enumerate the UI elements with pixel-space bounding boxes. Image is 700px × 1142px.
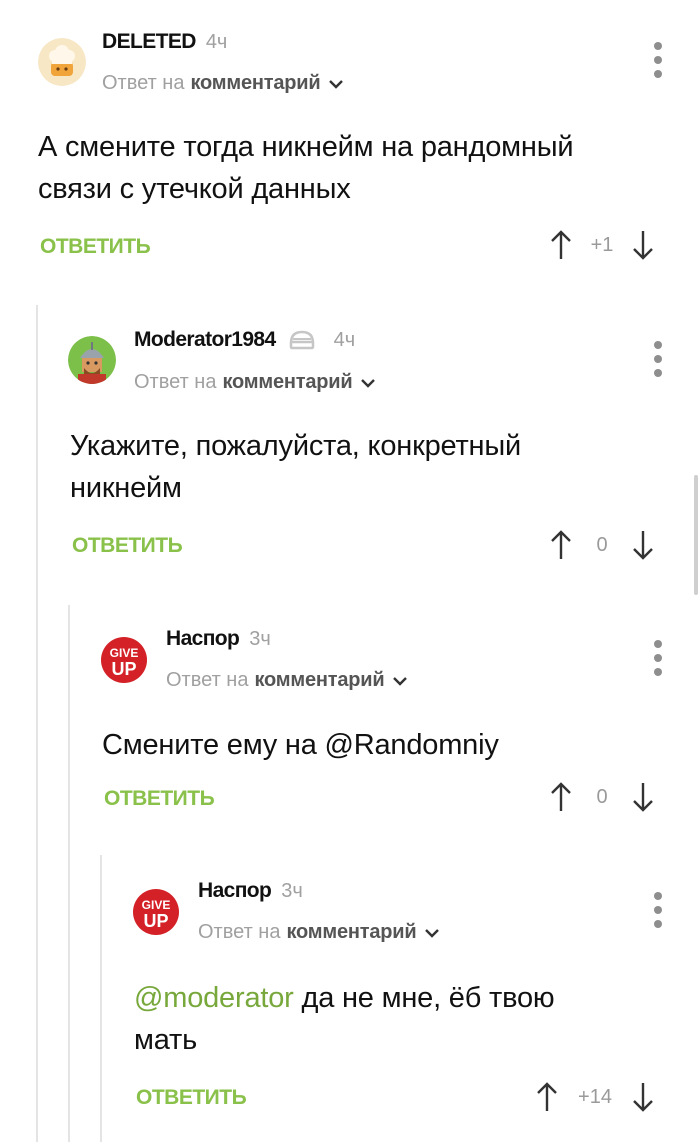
author-name[interactable]: Moderator1984 <box>134 328 276 352</box>
comment-text-line: мать <box>134 1024 198 1056</box>
chef-hat-avatar-icon[interactable] <box>38 38 86 86</box>
upvote-arrow-icon[interactable] <box>536 1082 558 1112</box>
give-up-avatar-icon[interactable]: GIVE UP <box>132 888 180 936</box>
reply-to-link[interactable]: Ответ на комментарий <box>166 669 407 692</box>
reply-prefix: Ответ на <box>102 72 185 94</box>
reply-button[interactable]: ОТВЕТИТЬ <box>104 787 215 811</box>
more-options-icon[interactable] <box>652 640 664 676</box>
upvote-arrow-icon[interactable] <box>550 530 572 560</box>
reply-prefix: Ответ на <box>134 371 217 393</box>
author-row: Наспор 3ч <box>198 879 303 903</box>
reply-to-link[interactable]: Ответ на комментарий <box>134 371 375 394</box>
author-row: Moderator1984 4ч <box>134 328 355 352</box>
vote-controls: +14 <box>536 1082 654 1112</box>
vote-score: +1 <box>590 233 614 256</box>
give-up-avatar-icon[interactable]: GIVE UP <box>100 636 148 684</box>
comment-text-line: связи с утечкой данных <box>38 173 351 205</box>
downvote-arrow-icon[interactable] <box>632 230 654 260</box>
avatar-text: UP <box>111 659 136 679</box>
vote-controls: 0 <box>550 782 654 812</box>
downvote-arrow-icon[interactable] <box>632 782 654 812</box>
thread-line[interactable] <box>36 305 38 1142</box>
avatar-text: UP <box>143 911 168 931</box>
user-mention-link[interactable]: @moderator <box>134 982 294 1014</box>
moderator-badge-icon <box>289 330 314 350</box>
reply-to-link[interactable]: Ответ на комментарий <box>198 921 439 944</box>
reply-button[interactable]: ОТВЕТИТЬ <box>136 1086 247 1110</box>
reply-target: комментарий <box>286 921 417 943</box>
comment-text: Укажите, пожалуйста, конкретный никнейм <box>70 425 670 509</box>
vote-score: +14 <box>578 1085 612 1108</box>
comment-text: Смените ему на @Randomniy <box>102 724 682 766</box>
thread-line[interactable] <box>100 855 102 1142</box>
upvote-arrow-icon[interactable] <box>550 782 572 812</box>
comment-time: 4ч <box>205 30 228 53</box>
comment-time: 3ч <box>249 627 271 650</box>
author-row: Наспор 3ч <box>166 627 271 651</box>
reply-button[interactable]: ОТВЕТИТЬ <box>72 534 183 558</box>
chevron-down-icon <box>360 378 375 388</box>
chevron-down-icon <box>424 928 439 938</box>
thread-line[interactable] <box>68 605 70 1142</box>
comment-text-line: никнейм <box>70 472 182 504</box>
reply-target: комментарий <box>190 72 321 94</box>
vote-score: 0 <box>596 785 608 808</box>
comment-text-line: @moderator да не мне, ёб твою <box>134 977 684 1019</box>
comment-time: 4ч <box>333 328 356 351</box>
comment-time: 3ч <box>281 879 303 902</box>
vote-controls: 0 <box>550 530 654 560</box>
avatar-text: GIVE <box>142 898 171 912</box>
vote-controls: +1 <box>550 230 654 260</box>
chevron-down-icon <box>392 676 407 686</box>
author-row: DELETED 4ч <box>102 30 227 54</box>
reply-prefix: Ответ на <box>198 921 281 943</box>
scrollbar[interactable] <box>694 475 698 595</box>
reply-target: комментарий <box>254 669 385 691</box>
comment-thread: DELETED 4ч Ответ на комментарий А сменит… <box>0 0 700 1142</box>
comment-text-line: Укажите, пожалуйста, конкретный <box>70 430 522 462</box>
more-options-icon[interactable] <box>652 42 664 78</box>
comment-text-line: А смените тогда никнейм на рандомный <box>38 131 574 163</box>
author-name[interactable]: Наспор <box>198 879 272 903</box>
author-name[interactable]: Наспор <box>166 627 240 651</box>
reply-target: комментарий <box>222 371 353 393</box>
downvote-arrow-icon[interactable] <box>632 1082 654 1112</box>
comment-text: А смените тогда никнейм на рандомный свя… <box>38 126 678 210</box>
vote-score: 0 <box>596 533 608 556</box>
more-options-icon[interactable] <box>652 892 664 928</box>
reply-to-link[interactable]: Ответ на комментарий <box>102 72 343 95</box>
chevron-down-icon <box>328 79 343 89</box>
more-options-icon[interactable] <box>652 341 664 377</box>
author-name[interactable]: DELETED <box>102 30 196 54</box>
avatar-text: GIVE <box>110 646 139 660</box>
upvote-arrow-icon[interactable] <box>550 230 572 260</box>
knight-avatar-icon[interactable] <box>68 336 116 384</box>
comment-text-part: да не мне, ёб твою <box>293 982 555 1014</box>
downvote-arrow-icon[interactable] <box>632 530 654 560</box>
reply-button[interactable]: ОТВЕТИТЬ <box>40 235 151 259</box>
comment-text: @moderator да не мне, ёб твою мать <box>134 977 684 1061</box>
reply-prefix: Ответ на <box>166 669 249 691</box>
comment-text-line: Смените ему на @Randomniy <box>102 729 499 761</box>
